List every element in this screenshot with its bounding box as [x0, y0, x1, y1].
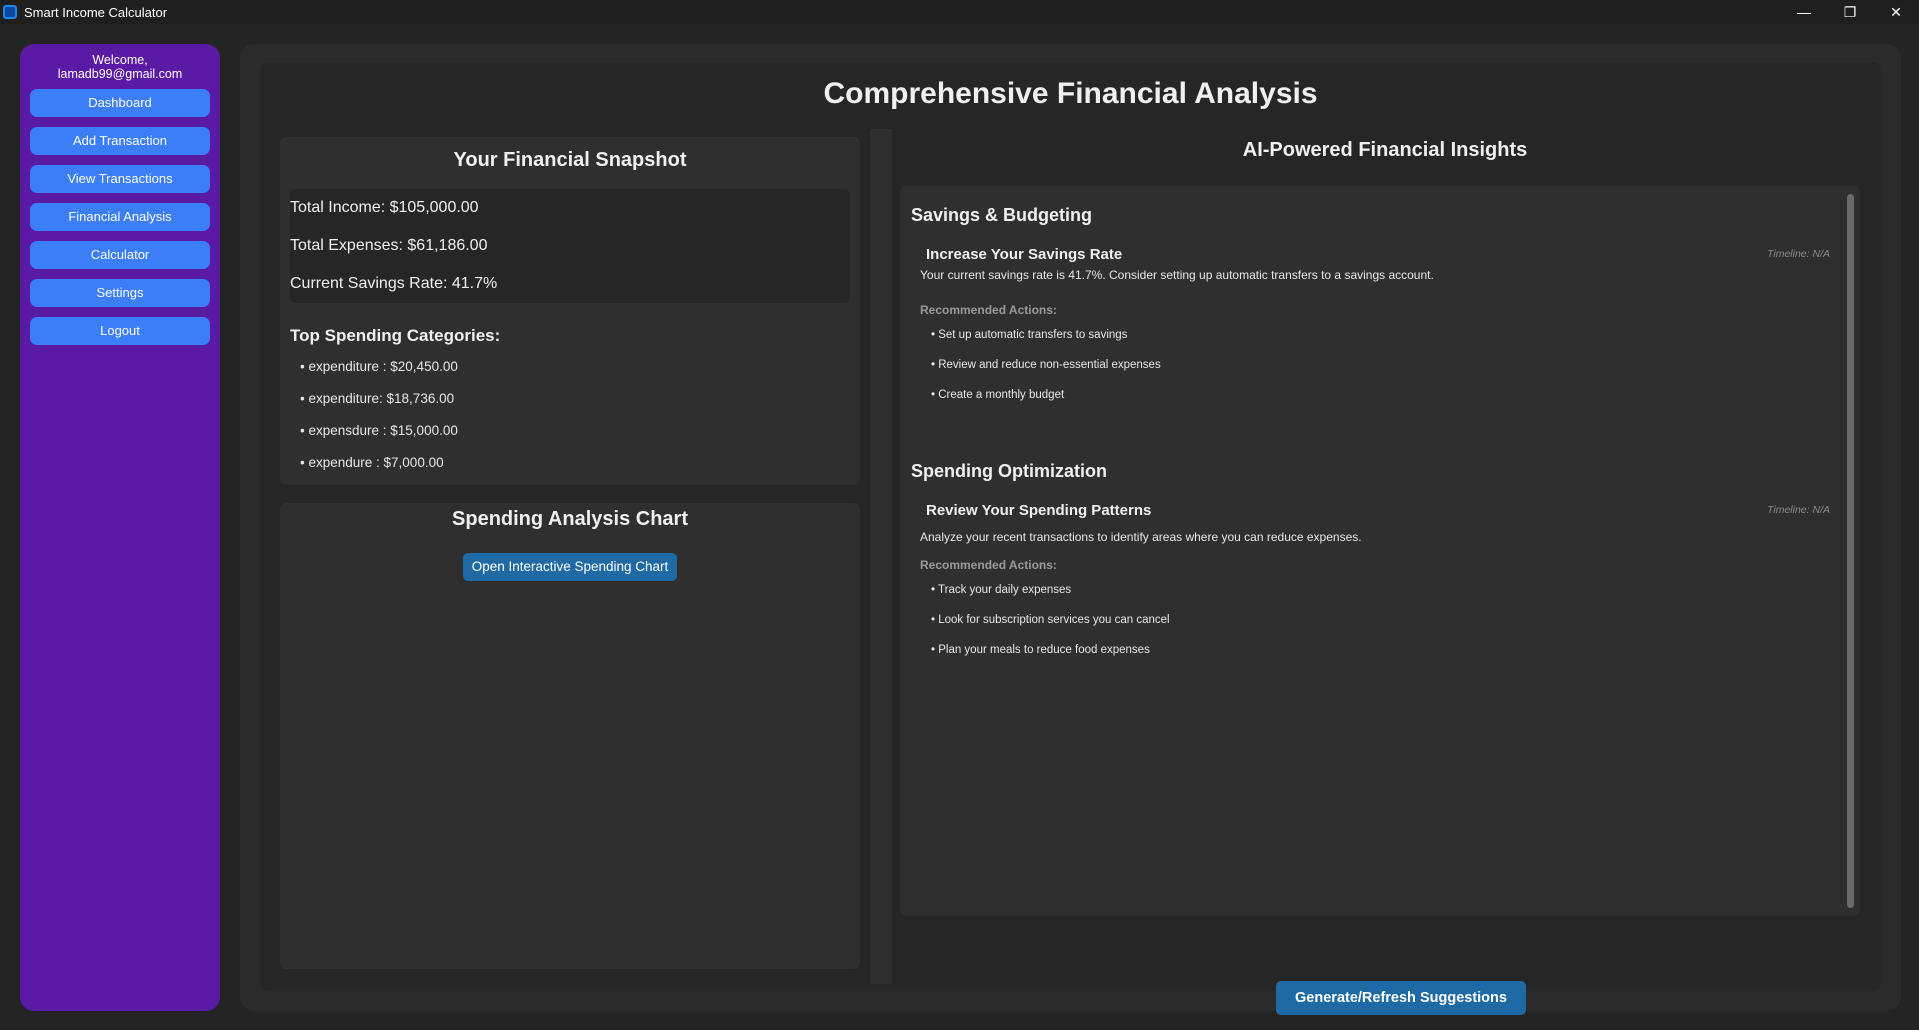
sidebar-item-logout[interactable]: Logout — [30, 317, 210, 345]
action-item: • Review and reduce non-essential expens… — [931, 359, 1161, 371]
list-item: • expenditure: $18,736.00 — [300, 391, 455, 406]
main-panel: Comprehensive Financial Analysis Your Fi… — [240, 44, 1901, 1015]
insight-description: Your current savings rate is 41.7%. Cons… — [920, 268, 1434, 282]
action-item: • Set up automatic transfers to savings — [931, 329, 1128, 341]
insight-title: Review Your Spending Patterns — [926, 502, 1152, 519]
action-item: • Plan your meals to reduce food expense… — [931, 644, 1150, 656]
recommended-actions-label: Recommended Actions: — [920, 303, 1057, 317]
sidebar: Welcome, lamadb99@gmail.com Dashboard Ad… — [20, 44, 220, 1011]
window-title: Smart Income Calculator — [24, 4, 168, 20]
sidebar-nav: Dashboard Add Transaction View Transacti… — [20, 89, 220, 345]
insight-title: Increase Your Savings Rate — [926, 246, 1123, 263]
savings-rate: Current Savings Rate: 41.7% — [290, 275, 498, 292]
welcome-message: Welcome, lamadb99@gmail.com — [20, 53, 220, 81]
page-title: Comprehensive Financial Analysis — [823, 77, 1318, 110]
title-bar: Smart Income Calculator — ❐ ✕ — [0, 0, 1919, 24]
main-content[interactable]: Comprehensive Financial Analysis Your Fi… — [260, 62, 1881, 1015]
sidebar-item-settings[interactable]: Settings — [30, 279, 210, 307]
list-item: • expendure : $7,000.00 — [300, 455, 444, 470]
total-expenses: Total Expenses: $61,186.00 — [290, 237, 488, 254]
snapshot-title: Your Financial Snapshot — [453, 149, 687, 171]
list-item: • expensdure : $15,000.00 — [300, 423, 458, 438]
recommended-actions-label: Recommended Actions: — [920, 558, 1057, 572]
insight-timeline: Timeline: N/A — [1767, 504, 1830, 516]
section-heading: Spending Optimization — [911, 461, 1107, 481]
action-item: • Track your daily expenses — [931, 584, 1072, 596]
generate-suggestions-button[interactable]: Generate/Refresh Suggestions — [1276, 981, 1526, 1015]
open-chart-button[interactable]: Open Interactive Spending Chart — [463, 553, 677, 581]
stats-box: Total Income: $105,000.00 Total Expenses… — [290, 189, 850, 303]
insights-title: AI-Powered Financial Insights — [1242, 139, 1528, 161]
close-button[interactable]: ✕ — [1873, 0, 1919, 24]
insight-timeline: Timeline: N/A — [1767, 248, 1830, 260]
insights-panel[interactable]: Savings & Budgeting Increase Your Saving… — [900, 186, 1860, 916]
app-window: Welcome, lamadb99@gmail.com Dashboard Ad… — [0, 24, 1919, 1030]
user-email: lamadb99@gmail.com — [57, 67, 183, 81]
spending-chart-card: Spending Analysis Chart Open Interactive… — [280, 503, 860, 969]
section-heading: Savings & Budgeting — [911, 205, 1093, 225]
sidebar-item-calculator[interactable]: Calculator — [30, 241, 210, 269]
sidebar-item-financial-analysis[interactable]: Financial Analysis — [30, 203, 210, 231]
action-item: • Look for subscription services you can… — [931, 614, 1170, 626]
insight-description: Analyze your recent transactions to iden… — [920, 530, 1362, 544]
total-income: Total Income: $105,000.00 — [290, 199, 479, 216]
sidebar-item-view-transactions[interactable]: View Transactions — [30, 165, 210, 193]
sidebar-item-add-transaction[interactable]: Add Transaction — [30, 127, 210, 155]
top-categories-title: Top Spending Categories: — [290, 326, 501, 345]
list-item: • expenditure : $20,450.00 — [300, 359, 458, 374]
insights-scrollbar[interactable] — [1847, 194, 1854, 908]
window-controls: — ❐ ✕ — [1781, 0, 1919, 24]
minimize-button[interactable]: — — [1781, 0, 1827, 24]
financial-snapshot-card: Your Financial Snapshot Total Income: $1… — [280, 137, 860, 485]
column-divider — [870, 129, 892, 984]
welcome-label: Welcome, — [92, 53, 148, 67]
top-categories-list: • expenditure : $20,450.00 • expenditure… — [300, 357, 458, 485]
restore-button[interactable]: ❐ — [1827, 0, 1873, 24]
action-item: • Create a monthly budget — [931, 389, 1065, 401]
sidebar-item-dashboard[interactable]: Dashboard — [30, 89, 210, 117]
app-icon — [3, 5, 17, 19]
chart-section-title: Spending Analysis Chart — [452, 508, 688, 530]
